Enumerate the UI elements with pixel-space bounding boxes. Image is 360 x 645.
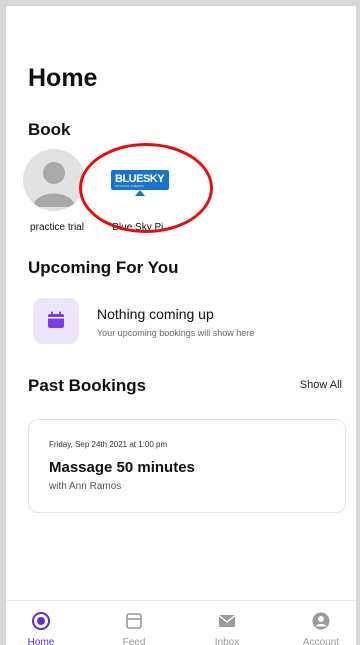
booking-provider: with Ann Ramos	[49, 481, 122, 492]
show-all-link[interactable]: Show All	[300, 379, 342, 391]
home-icon	[32, 612, 50, 630]
nav-home-label: Home	[27, 637, 55, 645]
bottom-nav: Home Feed Inbox Account	[6, 600, 356, 645]
upcoming-section-title: Upcoming For You	[28, 258, 179, 277]
booking-service: Massage 50 minutes	[49, 459, 195, 476]
past-bookings-title: Past Bookings	[28, 376, 147, 395]
feed-icon	[126, 613, 142, 629]
booking-date: Friday, Sep 24th 2021 at 1:00 pm	[49, 440, 168, 449]
annotation-circle	[79, 143, 213, 233]
provider-practice-trial[interactable]	[23, 149, 85, 211]
nav-account[interactable]: Account	[286, 601, 356, 645]
book-section-title: Book	[28, 120, 71, 139]
upcoming-empty-heading: Nothing coming up	[97, 306, 214, 322]
nav-account-label: Account	[302, 637, 340, 645]
page-title: Home	[28, 64, 98, 92]
account-icon	[312, 612, 330, 630]
nav-feed-label: Feed	[122, 637, 146, 645]
user-avatar-icon	[33, 162, 75, 207]
nav-inbox[interactable]: Inbox	[192, 601, 262, 645]
calendar-icon	[48, 311, 64, 328]
nav-feed[interactable]: Feed	[99, 601, 169, 645]
home-screen: Home Book practice trial BLUESKY PHYSICA…	[6, 6, 356, 645]
past-booking-card[interactable]: Friday, Sep 24th 2021 at 1:00 pm Massage…	[28, 419, 346, 513]
nav-inbox-label: Inbox	[214, 637, 240, 645]
inbox-icon	[219, 615, 235, 627]
calendar-tile	[33, 298, 79, 344]
upcoming-empty-subtext: Your upcoming bookings will show here	[97, 328, 255, 338]
provider-label-practice-trial: practice trial	[30, 222, 84, 233]
nav-home[interactable]: Home	[6, 601, 76, 645]
